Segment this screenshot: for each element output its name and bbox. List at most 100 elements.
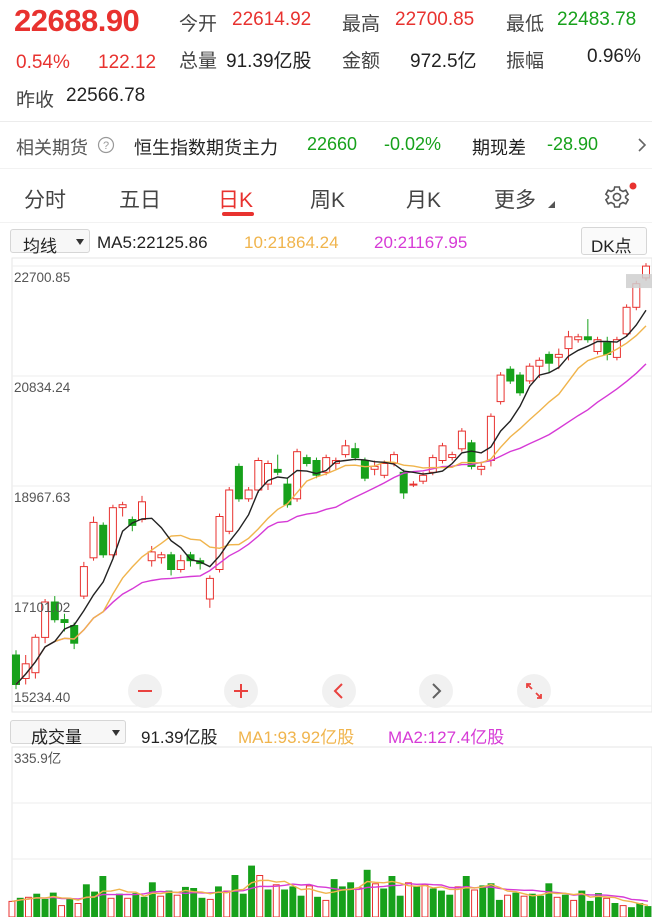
tab-five-day[interactable]: 五日	[119, 184, 161, 214]
volume-bar-down	[198, 897, 206, 917]
volume-bar-down	[289, 886, 297, 917]
volume-bar-down	[636, 903, 644, 917]
volume-bar-up	[157, 895, 165, 917]
ma10-line	[15, 325, 647, 685]
zoom-in-icon	[234, 684, 248, 698]
candle-up	[31, 636, 40, 674]
candle-up	[89, 521, 98, 559]
tab-daily-k[interactable]: 日K	[218, 184, 253, 214]
candle-down	[545, 353, 554, 364]
low-value: 22483.78	[557, 9, 637, 30]
volume-bar-up	[107, 897, 115, 917]
futures-name[interactable]: 恒生指数期货主力	[134, 134, 278, 160]
volume-bar-up	[124, 897, 132, 917]
scroll-right-button[interactable]	[419, 674, 453, 708]
candle-up	[205, 577, 214, 600]
volume-bar-up	[405, 882, 412, 917]
amount-value: 972.5亿	[410, 51, 477, 72]
dropdown-caret-icon	[76, 239, 84, 245]
volume-bar-down	[487, 883, 495, 917]
volume-bar-down	[82, 884, 90, 917]
candle-up	[341, 445, 350, 456]
ma5-line	[15, 309, 647, 685]
change-percent: 0.54%	[16, 52, 70, 73]
tab-weekly-k[interactable]: 周K	[310, 184, 345, 214]
dk-point-label: DK点	[591, 237, 632, 256]
candle-up	[419, 474, 428, 482]
gear-icon[interactable]	[604, 182, 638, 212]
volume-bar-down	[628, 907, 635, 917]
volume-bar-down	[314, 896, 322, 917]
volume-bar-down	[495, 899, 503, 917]
fullscreen-button[interactable]	[517, 674, 551, 708]
volume-bar-down	[586, 900, 594, 917]
volume-bar-up	[58, 905, 65, 917]
volume-indicator-select[interactable]: 成交量	[10, 720, 126, 747]
prev-close-value: 22566.78	[66, 85, 146, 106]
candle-up	[448, 454, 457, 459]
indicator-select[interactable]: 均线	[10, 229, 90, 256]
zoom-out-icon	[138, 690, 152, 692]
caret-down-icon	[546, 196, 556, 208]
volume-bar-down	[248, 865, 256, 917]
volume-bar-down	[16, 897, 24, 917]
volume-axis-label: 335.9亿	[14, 751, 61, 766]
volume-bar-down	[479, 885, 487, 917]
tab-intraday[interactable]: 分时	[24, 184, 66, 214]
volume-bar-up	[25, 896, 32, 917]
price-axis-label: 20834.24	[14, 380, 71, 395]
volume-value: 91.39亿股	[226, 51, 312, 72]
scroll-left-button[interactable]	[322, 674, 356, 708]
amplitude-label: 振幅	[506, 51, 545, 72]
candle-down	[60, 619, 69, 624]
volume-bar-up	[603, 897, 611, 917]
candle-up	[79, 566, 88, 597]
volume-bar-down	[330, 879, 338, 917]
candle-up	[622, 306, 631, 335]
dk-point-button[interactable]: DK点	[581, 227, 647, 256]
tab-monthly-k[interactable]: 月K	[406, 184, 441, 214]
chevron-right-icon	[432, 683, 442, 699]
svg-text:?: ?	[103, 140, 109, 152]
volume-bar-down	[438, 890, 445, 917]
candle-up	[496, 374, 505, 403]
candle-down	[12, 654, 20, 685]
volume-bar-down	[446, 894, 454, 917]
question-circle-icon[interactable]: ?	[97, 136, 115, 154]
volume-bar-down	[611, 903, 619, 917]
volume-bar-down	[338, 886, 346, 917]
volume-bar-down	[182, 886, 189, 917]
candle-up	[380, 463, 389, 476]
candle-up	[574, 336, 583, 341]
low-label: 最低	[506, 14, 545, 35]
chevron-right-icon[interactable]	[636, 136, 648, 154]
fullscreen-icon	[526, 683, 542, 699]
volume-bar-down	[537, 895, 544, 917]
related-futures-label: 相关期货	[16, 138, 88, 158]
tab-more[interactable]: 更多	[494, 184, 536, 214]
ma10-value: 10:21864.24	[244, 233, 339, 252]
volume-bar-down	[545, 883, 553, 917]
candle-down	[273, 468, 282, 473]
volume-bar-down	[528, 893, 536, 917]
candle-up	[254, 460, 263, 491]
volume-bar-down	[380, 888, 388, 917]
candle-up	[157, 554, 166, 559]
candle-up	[138, 501, 146, 521]
volume-bar-down	[239, 893, 247, 917]
volume-bar-down	[347, 882, 355, 917]
volume-bar-down	[132, 893, 140, 917]
zoom-in-button[interactable]	[224, 674, 258, 708]
kline-chart[interactable]: 22700.85 20834.24 18967.63 17101.02 15234.40	[0, 256, 652, 716]
volume-bar-down	[644, 906, 652, 917]
volume-chart[interactable]: 335.9亿	[0, 745, 652, 917]
basis-value: -28.90	[547, 134, 599, 154]
volume-bar-down	[429, 888, 437, 917]
volume-bar-up	[454, 886, 462, 917]
candle-down	[399, 471, 408, 494]
candle-up	[428, 457, 437, 473]
candle-down	[360, 460, 369, 479]
volume-bar-down	[281, 889, 289, 917]
candle-up	[225, 489, 234, 532]
zoom-out-button[interactable]	[128, 674, 162, 708]
